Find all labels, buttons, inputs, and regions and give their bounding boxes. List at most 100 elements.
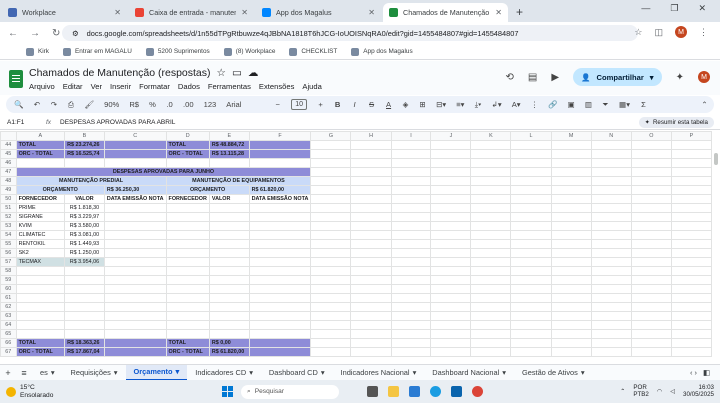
url-input[interactable]: ⚙ docs.google.com/spreadsheets/d/1n55dTP… (62, 25, 638, 41)
italic-button[interactable]: I (351, 100, 358, 109)
row-header[interactable]: 57 (0, 257, 17, 267)
collapse-toolbar-icon[interactable]: ⌃ (701, 100, 708, 109)
cell[interactable] (390, 311, 432, 321)
cell[interactable] (103, 149, 167, 159)
wifi-icon[interactable]: ◠ (657, 388, 662, 395)
cell[interactable]: R$ 1.818,30 (64, 203, 105, 213)
cell[interactable] (430, 176, 472, 186)
merge-cells-icon[interactable]: ⊟▾ (436, 100, 446, 109)
chevron-down-icon[interactable]: ▾ (413, 368, 417, 377)
cell[interactable] (310, 320, 352, 330)
row-header[interactable]: 45 (0, 149, 17, 159)
cell[interactable]: R$ 23.274,26 (64, 140, 105, 150)
cell[interactable] (208, 284, 250, 294)
cell[interactable] (103, 275, 167, 285)
column-header[interactable]: J (430, 131, 472, 141)
menu-item[interactable]: Ajuda (302, 82, 321, 91)
cell[interactable] (310, 212, 352, 222)
cell[interactable] (670, 149, 712, 159)
row-header[interactable]: 61 (0, 293, 17, 303)
cell[interactable] (670, 347, 712, 357)
cell[interactable] (15, 275, 66, 285)
cell[interactable] (390, 158, 432, 168)
cell[interactable] (590, 302, 632, 312)
cell[interactable] (165, 311, 210, 321)
cell[interactable] (350, 158, 392, 168)
cell[interactable] (310, 338, 352, 348)
cell[interactable] (310, 239, 352, 249)
cell[interactable] (430, 149, 472, 159)
cell[interactable] (670, 140, 712, 150)
name-box[interactable]: A1:F1 (0, 119, 46, 126)
cell[interactable] (165, 284, 210, 294)
bookmark-item[interactable]: 5200 Suprimentos (145, 47, 210, 56)
cell[interactable] (630, 320, 672, 330)
cell[interactable] (350, 221, 392, 231)
cell[interactable] (630, 140, 672, 150)
cell[interactable] (630, 221, 672, 231)
cell[interactable] (510, 311, 552, 321)
currency-format-button[interactable]: R$ (129, 100, 139, 109)
cell[interactable] (470, 257, 512, 267)
cell[interactable] (350, 185, 392, 195)
tab-close-icon[interactable]: ✕ (495, 8, 502, 17)
sheet-tab[interactable]: Indicadores CD ▾ (187, 365, 261, 381)
cell[interactable] (390, 212, 432, 222)
cell[interactable] (390, 248, 432, 258)
cell[interactable] (470, 149, 512, 159)
browser-tab[interactable]: Workplace ✕ (2, 3, 127, 22)
cell[interactable] (670, 329, 712, 339)
cell[interactable] (390, 140, 432, 150)
cell[interactable] (590, 347, 632, 357)
cell[interactable] (590, 212, 632, 222)
cell[interactable] (390, 257, 432, 267)
new-tab-button[interactable]: + (516, 5, 523, 19)
row-header[interactable]: 56 (0, 248, 17, 258)
share-button[interactable]: 👤 Compartilhar ▾ (573, 68, 662, 86)
cell[interactable] (630, 284, 672, 294)
cell[interactable] (15, 284, 66, 294)
sheet-tab[interactable]: Gestão de Ativos ▾ (514, 365, 593, 381)
cell[interactable] (550, 302, 592, 312)
column-header[interactable]: D (165, 131, 210, 141)
insert-chart-icon[interactable]: ▥ (585, 100, 592, 109)
chevron-down-icon[interactable]: ▾ (176, 367, 180, 376)
cell[interactable] (15, 266, 66, 276)
cell[interactable] (208, 203, 250, 213)
cell[interactable] (430, 275, 472, 285)
chevron-down-icon[interactable]: ▾ (114, 368, 118, 377)
cell[interactable] (310, 203, 352, 213)
cell[interactable] (470, 329, 512, 339)
cell[interactable] (248, 293, 312, 303)
cell[interactable]: R$ 3.229,97 (64, 212, 105, 222)
cell[interactable] (510, 338, 552, 348)
history-icon[interactable]: ⟲ (506, 72, 514, 83)
wrap-text-icon[interactable]: ↲▾ (492, 100, 502, 109)
cell[interactable] (310, 248, 352, 258)
row-header[interactable]: 46 (0, 158, 17, 168)
text-color-button[interactable]: A (385, 100, 392, 109)
bookmark-item[interactable]: Entrar em MAGALU (63, 47, 132, 56)
cell[interactable] (103, 221, 167, 231)
cell[interactable] (310, 302, 352, 312)
extensions-icon[interactable]: ◫ (654, 27, 663, 38)
cell[interactable] (390, 284, 432, 294)
cell[interactable] (350, 320, 392, 330)
row-header[interactable]: 48 (0, 176, 17, 186)
cell[interactable] (103, 338, 167, 348)
cell[interactable] (510, 248, 552, 258)
tab-close-icon[interactable]: ✕ (241, 8, 248, 17)
cell[interactable] (470, 203, 512, 213)
cell[interactable] (248, 248, 312, 258)
cell[interactable] (590, 266, 632, 276)
cell[interactable] (350, 329, 392, 339)
cell[interactable] (350, 230, 392, 240)
tray-chevron-icon[interactable]: ⌃ (620, 388, 625, 395)
cell[interactable] (310, 266, 352, 276)
cell[interactable] (430, 230, 472, 240)
cell-table[interactable]: A B C D E F G H I J K L M N O P 44 TOTAL R$ 23.274,26 TOTAL… (0, 131, 712, 357)
cell[interactable] (670, 311, 712, 321)
cell[interactable] (103, 230, 167, 240)
row-header[interactable]: 54 (0, 230, 17, 240)
cell[interactable] (165, 293, 210, 303)
